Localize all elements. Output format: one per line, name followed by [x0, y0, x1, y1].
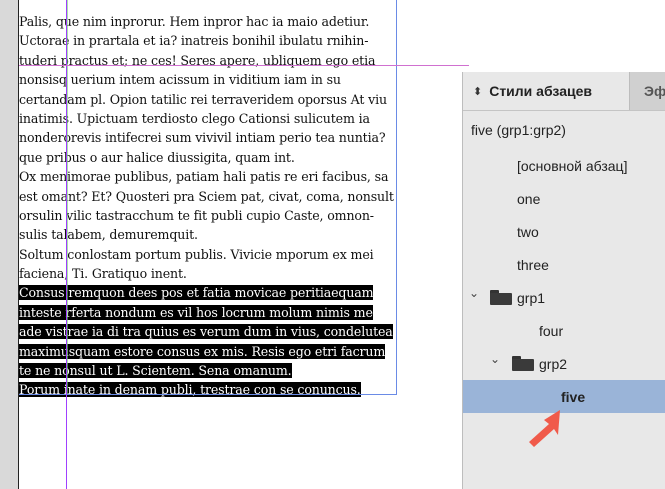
body-text[interactable]: sulis talabem, demuremquit.	[19, 227, 198, 242]
style-label: three	[517, 256, 549, 273]
pasteboard	[0, 0, 18, 489]
text-line[interactable]: inatimis. Upictuam terdiosto clego Catio…	[19, 109, 397, 128]
style-label: grp2	[539, 355, 568, 372]
selected-text[interactable]: ade vistrae ia di tra quius es verum dum…	[19, 324, 393, 340]
text-line[interactable]: Soltum conlostam portum publis. Vivicie …	[19, 245, 397, 264]
style-label: two	[517, 223, 539, 240]
selected-text[interactable]: inteste rferta nondum es vil hos locrum …	[19, 304, 373, 320]
body-text[interactable]: faciena, Ti. Gratiquo inent.	[19, 266, 187, 281]
text-line[interactable]: tuderi practus et; ne ces! Seres apere, …	[19, 51, 397, 70]
text-frame[interactable]: Palis, que nim inprorur. Hem inpror hac …	[19, 12, 397, 400]
style-list: [основной абзац] one two three ⌄ grp1 four ⌄ grp…	[463, 149, 665, 413]
tab-label: Стили абзацев	[489, 83, 592, 99]
tab-paragraph-styles[interactable]: ⬍ Стили абзацев	[463, 72, 630, 110]
selected-text[interactable]: maximusquam estore consus ex mis. Resis …	[19, 343, 385, 359]
text-line[interactable]: orsulin vilic tastracchum te fit publi c…	[19, 206, 397, 225]
selected-text[interactable]: te ne nonsul ut L. Scientem. Sena omanum…	[19, 363, 292, 379]
style-label: grp1	[517, 289, 546, 306]
text-line[interactable]: Palis, que nim inprorur. Hem inpror hac …	[19, 12, 397, 31]
body-text[interactable]: Soltum conlostam portum publis. Vivicie …	[19, 247, 374, 262]
collapse-chevron-icon[interactable]: ⬍	[473, 85, 482, 98]
style-item-four[interactable]: four	[463, 314, 665, 347]
style-label: [основной абзац]	[517, 157, 628, 174]
text-line[interactable]: Consus remquon dees pos et fatia movicae…	[19, 283, 397, 302]
paragraph-styles-panel: ⬍ Стили абзацев Эф five (grp1:grp2) [осн…	[462, 72, 665, 489]
style-item-two[interactable]: two	[463, 215, 665, 248]
style-label: five	[561, 388, 586, 405]
tab-label: Эф	[644, 83, 665, 99]
style-label: four	[539, 322, 564, 339]
text-line[interactable]: inteste rferta nondum es vil hos locrum …	[19, 303, 397, 322]
disclosure-chevron-icon[interactable]: ⌄	[469, 286, 479, 300]
text-line[interactable]: faciena, Ti. Gratiquo inent.	[19, 264, 397, 283]
text-line[interactable]: te ne nonsul ut L. Scientem. Sena omanum…	[19, 361, 397, 380]
panel-tab-bar: ⬍ Стили абзацев Эф	[463, 72, 665, 111]
pointer-arrow-icon	[529, 410, 560, 447]
body-text[interactable]: certandam pl. Opion tatilic rei terraver…	[19, 92, 387, 107]
selected-text[interactable]: Consus remquon dees pos et fatia movicae…	[19, 285, 374, 301]
text-line[interactable]: Ox menimorae publibus, patiam hali patis…	[19, 167, 397, 186]
text-line[interactable]: Porum inate in denam publi, trestrae con…	[19, 380, 397, 399]
text-line[interactable]: nonderorevis intifecrei sum vivivil inti…	[19, 128, 397, 147]
tab-effects[interactable]: Эф	[630, 72, 665, 110]
style-item-one[interactable]: one	[463, 182, 665, 215]
column-guide	[67, 0, 68, 394]
body-text[interactable]: Uctorae in prartala et ia? inatreis boni…	[19, 33, 368, 48]
style-item-основнойабзац[interactable]: [основной абзац]	[463, 149, 665, 182]
text-line[interactable]: que pribus o aur halice diussigita, quam…	[19, 148, 397, 167]
selected-text[interactable]: Porum inate in denam publi, trestrae con…	[19, 382, 361, 398]
horizontal-guide[interactable]	[19, 65, 469, 66]
body-text[interactable]: Palis, que nim inprorur. Hem inpror hac …	[19, 14, 369, 29]
text-line[interactable]: maximusquam estore consus ex mis. Resis …	[19, 342, 397, 361]
text-line[interactable]: nonsisq uerium intem acissum in viditium…	[19, 70, 397, 89]
disclosure-chevron-icon[interactable]: ⌄	[490, 352, 500, 366]
current-style-name: five (grp1:grp2)	[471, 122, 566, 138]
style-item-five[interactable]: five	[463, 380, 665, 413]
body-text[interactable]: que pribus o aur halice diussigita, quam…	[19, 150, 295, 165]
style-group-grp2[interactable]: ⌄ grp2	[463, 347, 665, 380]
folder-icon	[490, 290, 512, 305]
body-text[interactable]: orsulin vilic tastracchum te fit publi c…	[19, 208, 374, 223]
folder-icon	[512, 356, 534, 371]
text-line[interactable]: Uctorae in prartala et ia? inatreis boni…	[19, 31, 397, 50]
text-line[interactable]: sulis talabem, demuremquit.	[19, 225, 397, 244]
style-group-grp1[interactable]: ⌄ grp1	[463, 281, 665, 314]
text-line[interactable]: est omant? Et? Quosteri pra Sciem pat, c…	[19, 187, 397, 206]
body-text[interactable]: nonderorevis intifecrei sum vivivil inti…	[19, 130, 386, 145]
style-item-three[interactable]: three	[463, 248, 665, 281]
body-text[interactable]: est omant? Et? Quosteri pra Sciem pat, c…	[19, 189, 394, 204]
style-label: one	[517, 190, 541, 207]
text-line[interactable]: ade vistrae ia di tra quius es verum dum…	[19, 322, 397, 341]
body-text[interactable]: inatimis. Upictuam terdiosto clego Catio…	[19, 111, 370, 126]
body-text[interactable]: Ox menimorae publibus, patiam hali patis…	[19, 169, 388, 184]
text-line[interactable]: certandam pl. Opion tatilic rei terraver…	[19, 90, 397, 109]
